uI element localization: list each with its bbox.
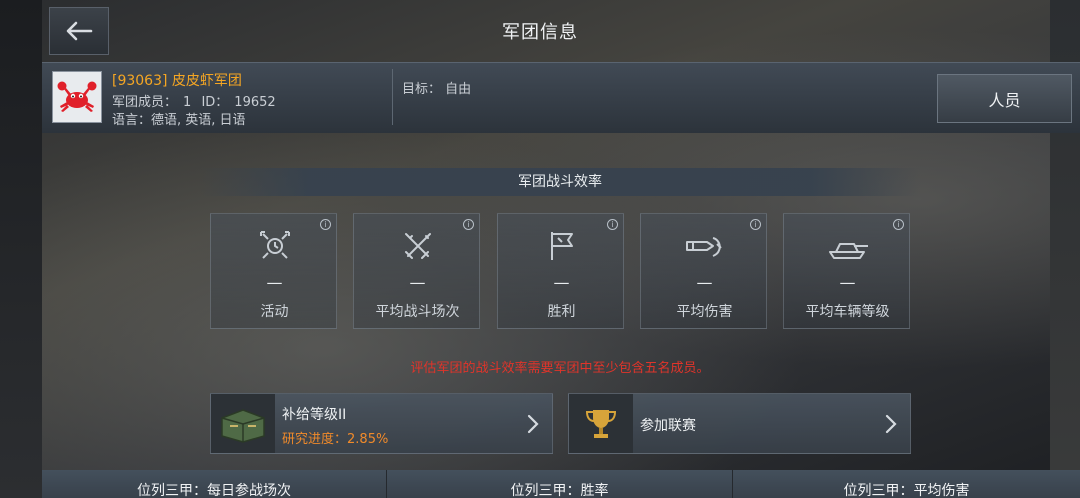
supply-level-title: 补给等级II [282,407,347,423]
tank-icon [829,243,868,259]
efficiency-warning: 评估军团的战斗效率需要军团中至少包含五名成员。 [410,361,710,376]
supply-level-tile[interactable]: 补给等级II 研究进度：2.85% [210,393,553,454]
goal-label: 目标： [402,82,442,97]
stat-value: — [266,273,283,292]
divider [392,69,393,125]
clan-name: [93063] 皮皮虾军团 [112,73,242,89]
crab-icon [57,81,97,112]
join-league-title: 参加联赛 [640,418,696,434]
stat-label: 平均战斗场次 [375,304,460,320]
language-values: 德语, 英语, 日语 [151,113,246,128]
info-icon[interactable]: i [463,219,474,230]
chevron-right-icon [885,414,897,434]
stat-label: 胜利 [547,304,576,320]
supply-progress: 研究进度：2.85% [282,428,388,447]
ranking-avg-damage[interactable]: 位列三甲：平均伤害 [733,470,1080,498]
clan-languages-line: 语言：德语, 英语, 日语 [112,109,246,128]
clan-goal-line: 目标： 自由 [402,78,471,97]
stat-card-avg-battles[interactable]: i — 平均战斗场次 [353,213,480,329]
clan-emblem [52,71,102,123]
info-icon[interactable]: i [607,219,618,230]
id-value: 19652 [234,95,276,110]
progress-value: 2.85% [347,432,389,447]
stat-label: 平均伤害 [676,304,733,320]
flag-icon [551,232,573,260]
members-label: 军团成员： [112,95,178,110]
trophy-icon [585,409,617,438]
supply-crate-thumbnail [211,394,275,453]
stat-card-avg-damage[interactable]: i — 平均伤害 [640,213,767,329]
ranking-daily-battles[interactable]: 位列三甲：每日参战场次 [42,470,386,498]
stat-value: — [553,273,570,292]
trophy-thumbnail [569,394,633,453]
progress-label: 研究进度： [282,432,348,447]
info-icon[interactable]: i [750,219,761,230]
join-league-tile[interactable]: 参加联赛 [568,393,911,454]
supply-crate-icon [221,408,265,443]
stat-card-activity[interactable]: i — 活动 [210,213,337,329]
info-icon[interactable]: i [320,219,331,230]
members-button[interactable]: 人员 [937,74,1072,123]
page-title: 军团信息 [502,22,578,43]
info-icon[interactable]: i [893,219,904,230]
stat-label: 平均车辆等级 [805,304,890,320]
language-label: 语言： [112,113,152,128]
efficiency-section-title: 军团战斗效率 [200,168,920,196]
stat-value: — [696,273,713,292]
clan-members-line: 军团成员： 1 ID： 19652 [112,91,282,110]
stat-value: — [409,273,426,292]
stat-value: — [839,273,856,292]
shell-damage-icon [686,237,722,257]
stat-label: 活动 [260,304,289,320]
background-left-edge [0,0,42,498]
crossed-swords-icon [405,233,431,259]
goal-value: 自由 [445,82,472,97]
id-label: ID： [201,95,229,110]
top-three-rankings: 位列三甲：每日参战场次 位列三甲：胜率 位列三甲：平均伤害 [42,470,1080,498]
clan-info-bar: [93063] 皮皮虾军团 军团成员： 1 ID： 19652 语言：德语, 英语,… [42,62,1080,133]
ranking-win-rate[interactable]: 位列三甲：胜率 [387,470,732,498]
members-count: 1 [183,95,192,110]
activity-clock-icon [260,231,290,259]
chevron-right-icon [527,414,539,434]
stat-card-avg-tier[interactable]: i — 平均车辆等级 [783,213,910,329]
stat-card-victories[interactable]: i — 胜利 [497,213,624,329]
top-bar: 军团信息 [0,0,1080,62]
